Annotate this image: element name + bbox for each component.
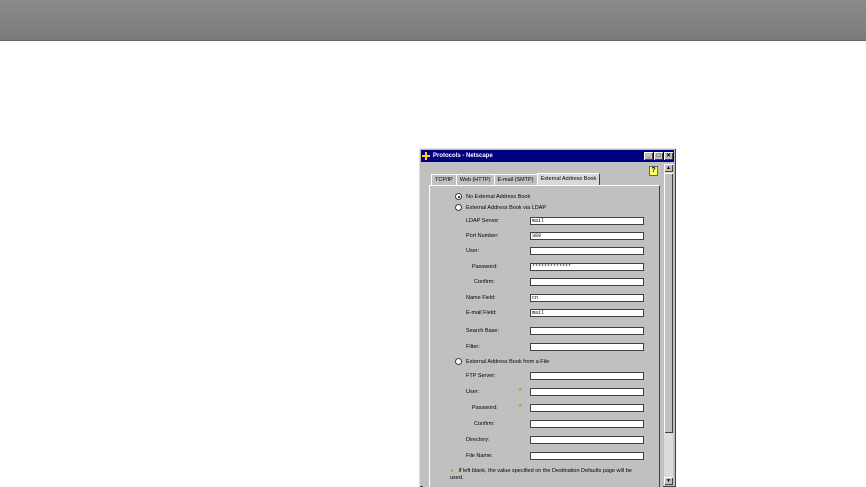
scroll-up-button[interactable]: ▲: [664, 164, 673, 172]
close-button[interactable]: ✕: [664, 152, 673, 160]
directory-label: Directory:: [466, 437, 490, 443]
option-ldap[interactable]: External Address Book via LDAP: [455, 204, 546, 211]
title-bar: Protocols - Netscape _ □ ✕: [421, 150, 674, 162]
file-name-label: File Name:: [466, 453, 493, 459]
file-user-input[interactable]: [530, 388, 644, 396]
filter-label: Filter:: [466, 344, 480, 350]
file-password-label: Password:: [472, 405, 498, 411]
help-icon[interactable]: ?: [649, 166, 658, 176]
email-field-input[interactable]: mail: [530, 309, 644, 317]
ldap-password-input[interactable]: *************: [530, 263, 644, 271]
option-no-external[interactable]: No External Address Book: [455, 193, 530, 200]
flag-icon: ►: [518, 387, 524, 393]
dialog-content: ? TCP/IP Web (HTTP) E-mail (SMTP) Extern…: [423, 164, 663, 487]
filter-input[interactable]: [530, 343, 644, 351]
file-confirm-input[interactable]: [530, 420, 644, 428]
radio-button[interactable]: [455, 204, 462, 211]
minimize-button[interactable]: _: [644, 152, 653, 160]
search-base-label: Search Base:: [466, 328, 500, 334]
ldap-password-label: Password:: [472, 264, 498, 270]
port-number-input[interactable]: 389: [530, 232, 644, 240]
tab-panel: No External Address Book External Addres…: [429, 185, 660, 487]
option-label: No External Address Book: [466, 193, 531, 200]
footnote: ► If left blank, the value specified on t…: [450, 468, 640, 482]
option-label: External Address Book via LDAP: [466, 204, 547, 211]
top-banner: [0, 0, 866, 41]
port-number-label: Port Number:: [466, 233, 499, 239]
flag-icon: ►: [518, 403, 524, 409]
name-field-label: Name Field:: [466, 295, 496, 301]
ftp-server-label: FTP Server:: [466, 373, 496, 379]
tab-bar: TCP/IP Web (HTTP) E-mail (SMTP) External…: [431, 173, 601, 186]
scroll-down-button[interactable]: ▼: [664, 477, 673, 485]
ldap-user-label: User:: [466, 248, 480, 254]
vertical-scrollbar[interactable]: ▲ ▼: [664, 164, 673, 485]
maximize-button[interactable]: □: [654, 152, 663, 160]
scroll-thumb[interactable]: [664, 173, 673, 433]
option-from-file[interactable]: External Address Book from a File: [455, 358, 549, 365]
radio-button[interactable]: [455, 193, 462, 200]
email-field-label: E-mail Field:: [466, 310, 497, 316]
flag-icon: ►: [450, 468, 456, 474]
file-confirm-label: Confirm:: [474, 421, 495, 427]
radio-button[interactable]: [455, 358, 462, 365]
ldap-server-label: LDAP Server:: [466, 218, 500, 224]
ldap-confirm-label: Confirm:: [474, 279, 495, 285]
file-password-input[interactable]: [530, 404, 644, 412]
protocols-window: Protocols - Netscape _ □ ✕ ? TCP/IP Web …: [419, 148, 676, 487]
file-user-label: User:: [466, 389, 480, 395]
option-label: External Address Book from a File: [466, 358, 550, 365]
footnote-text: If left blank, the value specified on th…: [450, 468, 632, 481]
directory-input[interactable]: [530, 436, 644, 444]
ldap-user-input[interactable]: [530, 247, 644, 255]
ftp-server-input[interactable]: [530, 372, 644, 380]
ldap-confirm-input[interactable]: [530, 278, 644, 286]
search-base-input[interactable]: [530, 327, 644, 335]
app-icon: [422, 152, 430, 160]
window-title: Protocols - Netscape: [433, 153, 493, 159]
file-name-input[interactable]: [530, 452, 644, 460]
name-field-input[interactable]: cn: [530, 294, 644, 302]
ldap-server-input[interactable]: mail: [530, 217, 644, 225]
